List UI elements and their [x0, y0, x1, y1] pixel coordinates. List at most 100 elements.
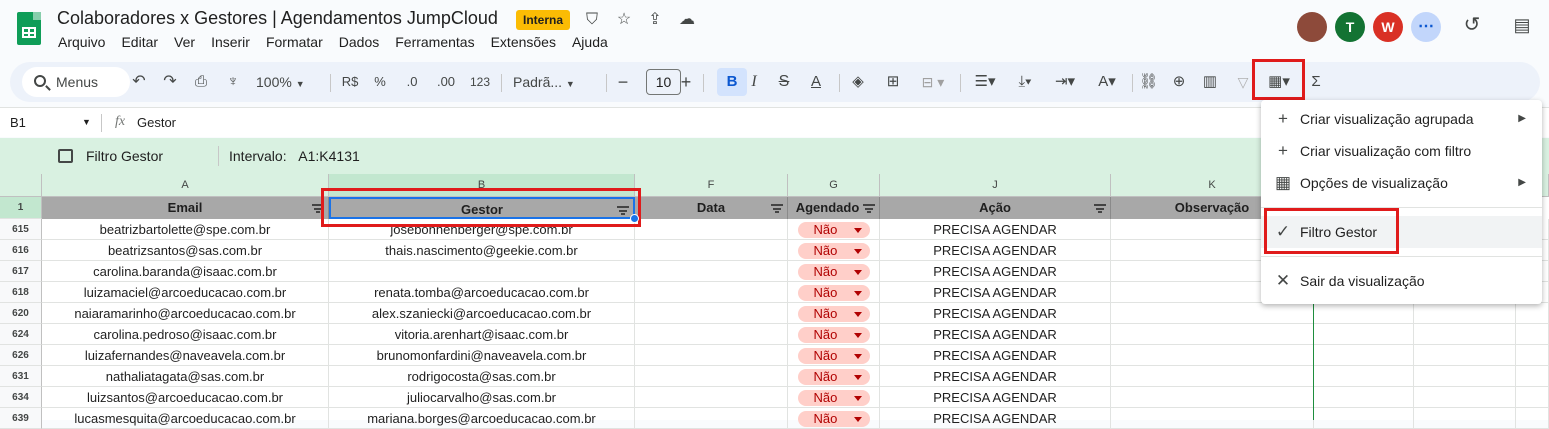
cell-email[interactable]: lucasmesquita@arcoeducacao.com.br: [42, 408, 329, 429]
cell-gestor[interactable]: vitoria.arenhart@isaac.com.br: [329, 324, 635, 345]
cell-empty[interactable]: [1314, 387, 1414, 408]
menu-formatar[interactable]: Formatar: [258, 34, 331, 50]
cell-acao[interactable]: PRECISA AGENDAR: [880, 303, 1111, 324]
borders-icon[interactable]: ⊞: [884, 70, 902, 94]
version-history-icon[interactable]: ↺: [1462, 15, 1482, 35]
cell-empty[interactable]: [1516, 408, 1549, 429]
menu-arquivo[interactable]: Arquivo: [50, 34, 113, 50]
status-chip[interactable]: Não: [797, 348, 870, 364]
selection-handle[interactable]: [630, 214, 639, 223]
cell-gestor[interactable]: juliocarvalho@sas.com.br: [329, 387, 635, 408]
column-header-f[interactable]: F: [635, 174, 788, 197]
cell-empty[interactable]: [1516, 366, 1549, 387]
cell-email[interactable]: luizafernandes@naveavela.com.br: [42, 345, 329, 366]
status-chip[interactable]: Não: [797, 369, 870, 385]
status-chip[interactable]: Não: [797, 306, 870, 322]
cell-agendado[interactable]: Não: [788, 282, 880, 303]
label-badge[interactable]: Interna: [516, 10, 571, 30]
cell-agendado[interactable]: Não: [788, 240, 880, 261]
paint-format-icon[interactable]: ♆: [224, 70, 242, 94]
avatar-w[interactable]: W: [1373, 12, 1403, 42]
cell-empty[interactable]: [1314, 324, 1414, 345]
currency-button[interactable]: R$: [339, 70, 361, 94]
cell-agendado[interactable]: Não: [788, 261, 880, 282]
bold-button[interactable]: B: [717, 68, 747, 96]
row-header[interactable]: 618: [0, 282, 42, 303]
cell-empty[interactable]: [1414, 408, 1516, 429]
row-header[interactable]: 639: [0, 408, 42, 429]
cell-empty[interactable]: [1414, 345, 1516, 366]
column-header-j[interactable]: J: [880, 174, 1111, 197]
cell-agendado[interactable]: Não: [788, 303, 880, 324]
filter-view-name[interactable]: Filtro Gestor: [86, 148, 163, 164]
document-title[interactable]: Colaboradores x Gestores | Agendamentos …: [57, 8, 498, 29]
row-header[interactable]: 615: [0, 219, 42, 240]
cell-agendado[interactable]: Não: [788, 366, 880, 387]
filter-icon[interactable]: [771, 204, 783, 213]
cell-email[interactable]: carolina.pedroso@isaac.com.br: [42, 324, 329, 345]
cell-email[interactable]: luizsantos@arcoeducacao.com.br: [42, 387, 329, 408]
column-header-g[interactable]: G: [788, 174, 880, 197]
avatar-photo[interactable]: [1297, 12, 1327, 42]
row-header[interactable]: 631: [0, 366, 42, 387]
star-icon[interactable]: ☆: [614, 10, 634, 30]
menu-dados[interactable]: Dados: [331, 34, 387, 50]
cell-empty[interactable]: [1111, 324, 1314, 345]
cell-agendado[interactable]: Não: [788, 219, 880, 240]
formula-input[interactable]: Gestor: [137, 115, 176, 130]
header-acao[interactable]: Ação: [880, 197, 1111, 219]
cell-agendado[interactable]: Não: [788, 408, 880, 429]
cell-gestor[interactable]: alex.szaniecki@arcoeducacao.com.br: [329, 303, 635, 324]
select-all-corner[interactable]: [0, 174, 42, 197]
decrease-decimal-button[interactable]: .0: [403, 70, 421, 94]
row-header[interactable]: 620: [0, 303, 42, 324]
cell-acao[interactable]: PRECISA AGENDAR: [880, 282, 1111, 303]
insert-chart-icon[interactable]: ▥: [1201, 70, 1219, 94]
cell-gestor[interactable]: brunomonfardini@naveavela.com.br: [329, 345, 635, 366]
row-header[interactable]: 617: [0, 261, 42, 282]
status-chip[interactable]: Não: [797, 243, 870, 259]
cell-email[interactable]: luizamaciel@arcoeducacao.com.br: [42, 282, 329, 303]
row-header[interactable]: 634: [0, 387, 42, 408]
join-call-icon[interactable]: ⋯: [1411, 12, 1441, 42]
vertical-align-icon[interactable]: ⤓▾: [1008, 70, 1042, 94]
font-size-input[interactable]: 10: [646, 69, 681, 95]
cell-empty[interactable]: [1516, 324, 1549, 345]
italic-button[interactable]: I: [746, 70, 762, 94]
cell-empty[interactable]: [635, 366, 788, 387]
cell-email[interactable]: naiaramarinho@arcoeducacao.com.br: [42, 303, 329, 324]
menu-ferramentas[interactable]: Ferramentas: [387, 34, 482, 50]
menu-ver[interactable]: Ver: [166, 34, 203, 50]
cell-empty[interactable]: [1111, 345, 1314, 366]
cell-empty[interactable]: [635, 324, 788, 345]
status-chip[interactable]: Não: [797, 285, 870, 301]
row-header[interactable]: 626: [0, 345, 42, 366]
decrease-font-size-icon[interactable]: −: [615, 70, 631, 94]
cell-acao[interactable]: PRECISA AGENDAR: [880, 366, 1111, 387]
cell-acao[interactable]: PRECISA AGENDAR: [880, 261, 1111, 282]
font-family-select[interactable]: Padrã... ▼: [513, 70, 593, 94]
cell-gestor[interactable]: mariana.borges@arcoeducacao.com.br: [329, 408, 635, 429]
status-chip[interactable]: Não: [797, 264, 870, 280]
cell-acao[interactable]: PRECISA AGENDAR: [880, 345, 1111, 366]
cell-gestor[interactable]: [329, 261, 635, 282]
menu-item-create-filter-view[interactable]: + Criar visualização com filtro: [1261, 135, 1542, 167]
cell-email[interactable]: carolina.baranda@isaac.com.br: [42, 261, 329, 282]
cell-empty[interactable]: [635, 282, 788, 303]
menu-item-create-grouped-view[interactable]: + Criar visualização agrupada ▶: [1261, 103, 1542, 135]
horizontal-align-icon[interactable]: ☰▾: [968, 70, 1002, 94]
undo-icon[interactable]: ↶: [130, 70, 148, 94]
header-email[interactable]: Email: [42, 197, 329, 219]
number-format-button[interactable]: 123: [468, 70, 492, 94]
sheets-logo-icon[interactable]: [17, 12, 41, 45]
menu-inserir[interactable]: Inserir: [203, 34, 258, 50]
cell-gestor[interactable]: rodrigocosta@sas.com.br: [329, 366, 635, 387]
cell-empty[interactable]: [1111, 408, 1314, 429]
filter-icon[interactable]: [1094, 204, 1106, 213]
functions-button[interactable]: Σ: [1308, 70, 1324, 94]
cell-empty[interactable]: [635, 303, 788, 324]
column-header-a[interactable]: A: [42, 174, 329, 197]
cell-email[interactable]: beatrizsantos@sas.com.br: [42, 240, 329, 261]
status-chip[interactable]: Não: [797, 390, 870, 406]
cell-acao[interactable]: PRECISA AGENDAR: [880, 219, 1111, 240]
